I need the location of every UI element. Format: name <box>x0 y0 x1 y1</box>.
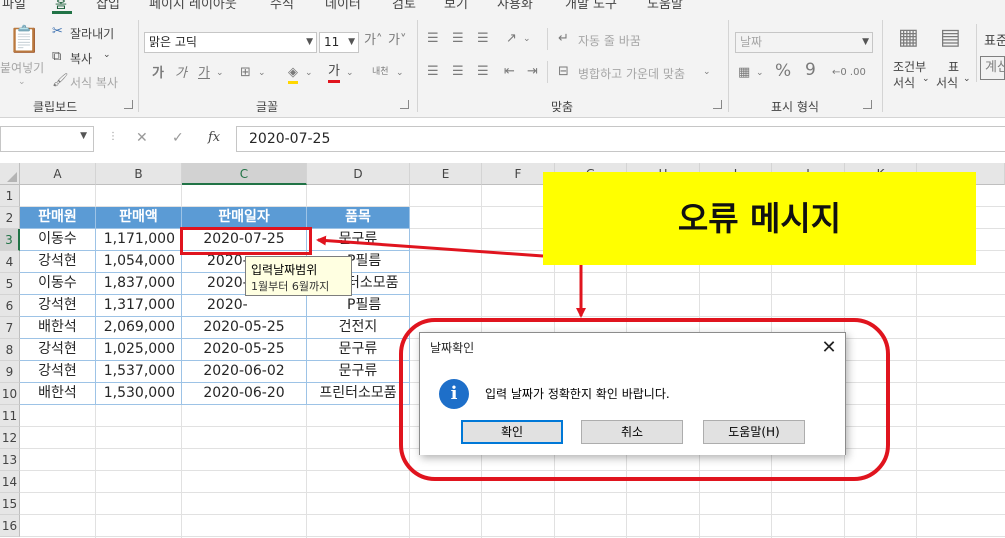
arrow-to-cell <box>316 235 544 258</box>
annotation-arrows <box>316 235 586 318</box>
